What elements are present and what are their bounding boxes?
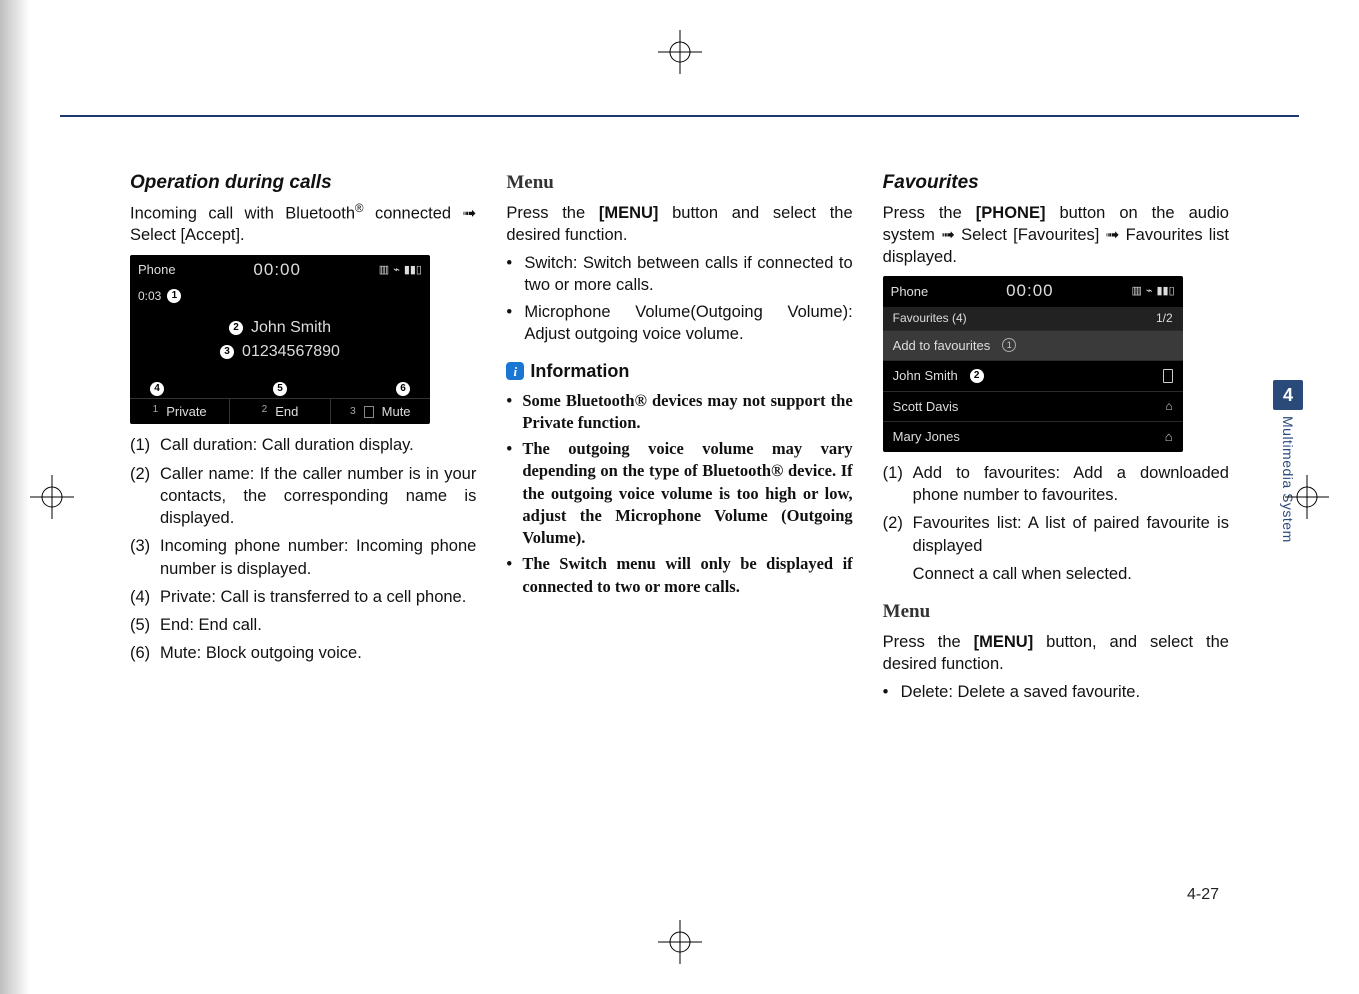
- callout-6: 6: [396, 382, 410, 396]
- list-item: (6)Mute: Block outgoing voice.: [130, 642, 476, 664]
- bullet-switch: •Switch: Switch between calls if connect…: [506, 252, 852, 297]
- key-num: 1: [153, 403, 159, 421]
- reg-mark: ®: [355, 203, 364, 215]
- callout-5: 5: [273, 382, 287, 396]
- callout-4: 4: [150, 382, 164, 396]
- heading-menu: Menu: [506, 170, 852, 196]
- fav-item-add: Add to favourites 1: [883, 330, 1183, 361]
- column-2: Menu Press the [MENU] button and select …: [506, 170, 852, 708]
- fav-item: Mary Jones ⌂: [883, 421, 1183, 452]
- info-heading: i Information: [506, 359, 852, 383]
- list-item: Connect a call when selected.: [883, 563, 1229, 585]
- manual-page: Operation during calls Incoming call wit…: [0, 0, 1359, 994]
- status-bar: Phone 00:00 ▥ ⌁ ▮▮▯: [883, 276, 1183, 307]
- screen-title: Phone: [138, 261, 176, 279]
- status-bar: Phone 00:00 ▥ ⌁ ▮▮▯: [130, 255, 430, 286]
- fav-item: John Smith 2: [883, 360, 1183, 391]
- list-item: (1)Call duration: Call duration display.: [130, 434, 476, 456]
- menu-button-label: [MENU]: [974, 633, 1034, 651]
- call-duration-row: 0:03 1: [130, 286, 430, 306]
- header-rule: [60, 115, 1299, 117]
- duration-value: 0:03: [138, 288, 161, 304]
- signal-icon: ▮▮▯: [404, 263, 422, 278]
- page-indicator: 1/2: [1156, 310, 1173, 326]
- clock: 00:00: [1006, 280, 1054, 303]
- callout-row: 4 5 6: [130, 382, 430, 398]
- info-list: •Some Bluetooth® devices may not support…: [506, 390, 852, 598]
- bluetooth-icon: ⌁: [393, 263, 400, 278]
- column-3: Favourites Press the [PHONE] button on t…: [883, 170, 1229, 708]
- list-item: (1)Add to favourites: Add a downloaded p…: [883, 462, 1229, 507]
- battery-icon: ▥: [379, 263, 389, 278]
- clock: 00:00: [253, 259, 301, 282]
- list-item: (5)End: End call.: [130, 614, 476, 636]
- phone-call-mock: Phone 00:00 ▥ ⌁ ▮▮▯ 0:03 1 2 John Smith: [130, 255, 430, 425]
- bluetooth-icon: ⌁: [1146, 284, 1153, 299]
- battery-icon: ▥: [1131, 284, 1141, 299]
- menu-intro: Press the [MENU] button and select the d…: [506, 202, 852, 247]
- heading-operation: Operation during calls: [130, 170, 476, 196]
- signal-icon: ▮▮▯: [1156, 284, 1174, 299]
- softkey-private: 1 Private: [130, 399, 230, 425]
- info-item: •Some Bluetooth® devices may not support…: [506, 390, 852, 435]
- info-icon: i: [506, 362, 524, 380]
- mute-icon: [364, 406, 374, 418]
- caller-number: 01234567890: [242, 340, 340, 364]
- mobile-icon: [1163, 369, 1173, 383]
- softkey-row: 1 Private 2 End 3 M: [130, 398, 430, 425]
- page-number: 4-27: [1187, 886, 1219, 904]
- phone-button-label: [PHONE]: [976, 204, 1046, 222]
- heading-menu-2: Menu: [883, 599, 1229, 625]
- favourites-subtitle: Favourites (4) 1/2: [883, 307, 1183, 329]
- subtitle-text: Favourites (4): [893, 310, 967, 326]
- intro-operation: Incoming call with Bluetooth® connected …: [130, 202, 476, 247]
- screen-title: Phone: [891, 283, 929, 301]
- registration-mark-icon: [1285, 475, 1329, 519]
- text: Incoming call with Bluetooth: [130, 204, 355, 222]
- list-item: (2)Favourites list: A list of paired fav…: [883, 512, 1229, 557]
- columns: Operation during calls Incoming call wit…: [130, 170, 1229, 708]
- menu2-intro: Press the [MENU] button, and select the …: [883, 631, 1229, 676]
- favourites-mock: Phone 00:00 ▥ ⌁ ▮▮▯ Favourites (4) 1/2 A…: [883, 276, 1183, 451]
- fav-legend: (1)Add to favourites: Add a downloaded p…: [883, 462, 1229, 585]
- key-label: Private: [166, 403, 206, 421]
- key-num: 2: [262, 403, 268, 421]
- office-icon: ⌂: [1165, 398, 1172, 414]
- caller-name: John Smith: [251, 316, 331, 340]
- bullet-delete: •Delete: Delete a saved favourite.: [883, 681, 1229, 703]
- list-item: (2)Caller name: If the caller number is …: [130, 463, 476, 530]
- info-item: •The Switch menu will only be displayed …: [506, 553, 852, 598]
- key-label: Mute: [382, 403, 411, 421]
- fav-item: Scott Davis ⌂: [883, 391, 1183, 422]
- info-item: •The outgoing voice volume may vary depe…: [506, 438, 852, 549]
- registration-mark-icon: [30, 475, 74, 519]
- home-icon: ⌂: [1165, 428, 1173, 446]
- registration-mark-icon: [658, 30, 702, 74]
- favourites-intro: Press the [PHONE] button on the audio sy…: [883, 202, 1229, 269]
- key-num: 3: [350, 405, 356, 419]
- callout-2: 2: [229, 321, 243, 335]
- callout-3: 3: [220, 345, 234, 359]
- callout-legend: (1)Call duration: Call duration display.…: [130, 434, 476, 664]
- info-label: Information: [530, 359, 629, 383]
- callout-1: 1: [167, 289, 181, 303]
- callout-1: 1: [1002, 338, 1016, 352]
- bullet-mic-volume: •Microphone Volume(Outgoing Volume): Adj…: [506, 301, 852, 346]
- heading-favourites: Favourites: [883, 170, 1229, 196]
- key-label: End: [275, 403, 298, 421]
- list-item: (4)Private: Call is transferred to a cel…: [130, 586, 476, 608]
- list-item: (3)Incoming phone number: Incoming phone…: [130, 535, 476, 580]
- status-icons: ▥ ⌁ ▮▮▯: [1131, 284, 1174, 299]
- registration-mark-icon: [658, 920, 702, 964]
- softkey-end: 2 End: [230, 399, 330, 425]
- tab-chapter-number: 4: [1273, 380, 1303, 410]
- column-1: Operation during calls Incoming call wit…: [130, 170, 476, 708]
- status-icons: ▥ ⌁ ▮▮▯: [379, 263, 422, 278]
- softkey-mute: 3 Mute: [331, 399, 430, 425]
- caller-name-row: 2 John Smith: [130, 316, 430, 340]
- caller-info: 2 John Smith 3 01234567890: [130, 306, 430, 382]
- caller-number-row: 3 01234567890: [130, 340, 430, 364]
- menu-button-label: [MENU]: [599, 204, 659, 222]
- callout-2: 2: [970, 369, 984, 383]
